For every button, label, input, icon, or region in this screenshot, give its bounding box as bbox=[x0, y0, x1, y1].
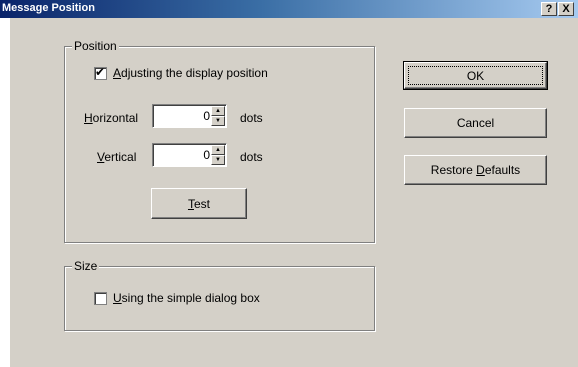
restore-defaults-button[interactable]: Restore Defaults bbox=[404, 155, 547, 185]
simple-dialog-label: Using the simple dialog box bbox=[113, 291, 260, 305]
simple-dialog-checkbox[interactable]: Using the simple dialog box bbox=[94, 291, 260, 305]
focus-rectangle bbox=[408, 66, 543, 85]
spin-down-icon[interactable]: ▼ bbox=[211, 116, 225, 126]
title-bar: Message Position ? X bbox=[0, 0, 578, 18]
horizontal-label: Horizontal bbox=[84, 111, 139, 125]
window-title: Message Position bbox=[2, 2, 95, 14]
horizontal-unit: dots bbox=[240, 111, 263, 125]
adjust-position-label: Adjusting the display position bbox=[113, 66, 268, 80]
spin-down-icon[interactable]: ▼ bbox=[211, 155, 225, 165]
size-legend: Size bbox=[72, 259, 100, 273]
checkbox-box[interactable]: ✔ bbox=[94, 64, 107, 80]
spin-up-icon[interactable]: ▲ bbox=[211, 106, 225, 116]
vertical-unit: dots bbox=[240, 150, 263, 164]
horizontal-spinner[interactable]: 0 ▲ ▼ bbox=[152, 104, 227, 128]
spin-up-icon[interactable]: ▲ bbox=[211, 145, 225, 155]
ok-button[interactable]: OK bbox=[403, 61, 548, 90]
close-button[interactable]: X bbox=[558, 2, 574, 16]
cancel-button[interactable]: Cancel bbox=[404, 108, 547, 138]
position-legend: Position bbox=[72, 39, 119, 53]
checkbox-box[interactable] bbox=[94, 291, 107, 305]
help-button[interactable]: ? bbox=[541, 2, 557, 16]
vertical-spinner[interactable]: 0 ▲ ▼ bbox=[152, 143, 227, 167]
test-button[interactable]: Test bbox=[151, 188, 247, 219]
adjust-position-checkbox[interactable]: ✔ Adjusting the display position bbox=[94, 64, 268, 80]
vertical-label: Vertical bbox=[97, 150, 137, 164]
vertical-value[interactable]: 0 bbox=[203, 148, 210, 162]
horizontal-value[interactable]: 0 bbox=[203, 109, 210, 123]
check-mark-icon: ✔ bbox=[95, 64, 106, 79]
